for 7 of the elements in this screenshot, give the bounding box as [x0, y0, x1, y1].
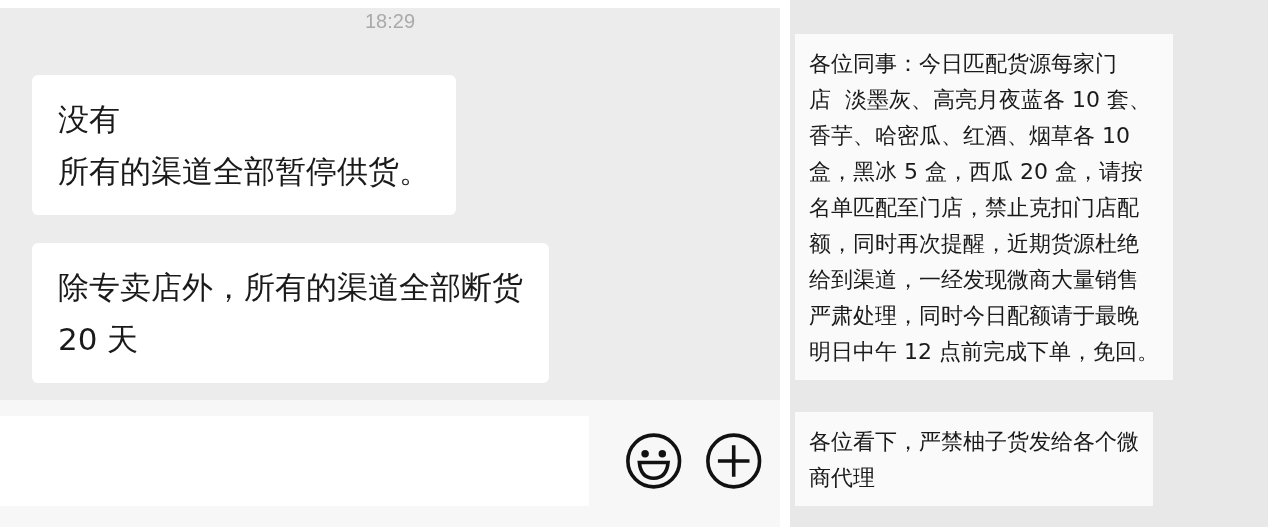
message-bubble: 除专卖店外，所有的渠道全部断货 20 天: [32, 243, 549, 383]
message-bubble: 各位看下，严禁柚子货发给各个微 商代理: [795, 412, 1153, 506]
emoji-icon[interactable]: [625, 431, 683, 490]
message-bubble: 没有 所有的渠道全部暂停供货。: [32, 75, 456, 215]
message-bubble: 各位同事：今日匹配货源每家门 店 淡墨灰、高亮月夜蓝各 10 套、 香芋、哈密瓜、红酒、烟草各 10 盒，黑冰 5 盒，西瓜 20 盒，请按 名单匹配至门店，禁止克扣门店配 额，同时再次提醒，近期货源杜绝 给到渠道，一经发现微商大量销售 严肃处理，同时今日配额请于最晚 明日中午 12 点前完成下单，免回。: [795, 34, 1173, 380]
plus-icon[interactable]: [704, 431, 762, 490]
message-time: 18:29: [364, 10, 416, 33]
